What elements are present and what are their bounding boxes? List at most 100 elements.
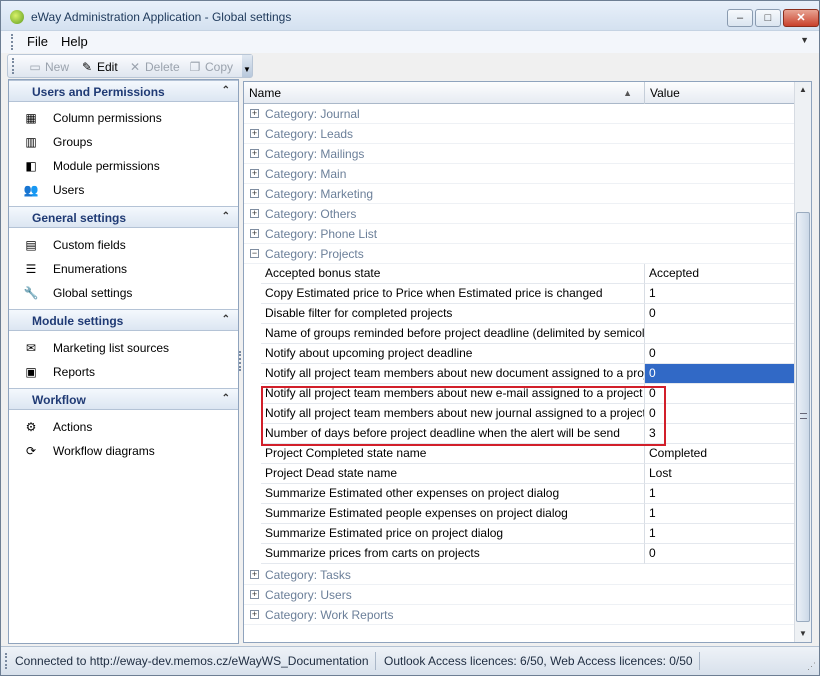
property-row[interactable]: Accepted bonus state Accepted — [244, 264, 794, 284]
group-workflow[interactable]: Workflow ⌃ — [9, 388, 238, 410]
property-row-selected[interactable]: Notify all project team members about ne… — [244, 364, 794, 384]
new-document-icon: ▭ — [29, 60, 41, 74]
collapse-chevron-icon[interactable]: ⌃ — [222, 211, 230, 222]
maximize-button[interactable]: □ — [755, 9, 781, 27]
close-button[interactable]: ✕ — [783, 9, 819, 27]
edit-pencil-icon: ✎ — [81, 60, 93, 74]
collapse-chevron-icon[interactable]: ⌃ — [222, 393, 230, 404]
property-value[interactable]: 1 — [645, 484, 794, 504]
menu-bar: File Help ▼ — [1, 31, 819, 53]
expand-plus-icon[interactable]: + — [250, 189, 259, 198]
scroll-down-icon[interactable]: ▼ — [795, 626, 811, 642]
nav-item-users[interactable]: 👥 Users — [23, 180, 85, 200]
nav-item-module-permissions[interactable]: ◧ Module permissions — [23, 156, 159, 176]
property-value[interactable]: 0 — [645, 544, 794, 564]
property-row[interactable]: Notify all project team members about ne… — [244, 404, 794, 424]
property-row[interactable]: Summarize Estimated people expenses on p… — [244, 504, 794, 524]
expand-plus-icon[interactable]: + — [250, 129, 259, 138]
group-general-settings[interactable]: General settings ⌃ — [9, 206, 238, 228]
menu-grip-icon[interactable] — [11, 34, 14, 50]
expand-plus-icon[interactable]: + — [250, 610, 259, 619]
expand-plus-icon[interactable]: + — [250, 590, 259, 599]
property-value[interactable] — [645, 324, 794, 344]
property-value[interactable]: Completed — [645, 444, 794, 464]
category-row-leads[interactable]: + Category: Leads — [244, 124, 794, 144]
category-row-mailings[interactable]: + Category: Mailings — [244, 144, 794, 164]
category-row-tasks[interactable]: + Category: Tasks — [244, 565, 794, 585]
copy-button[interactable]: ❐ Copy — [188, 58, 233, 76]
category-row-others[interactable]: + Category: Others — [244, 204, 794, 224]
delete-button-label: Delete — [145, 60, 180, 74]
nav-item-groups[interactable]: ▥ Groups — [23, 132, 92, 152]
expand-plus-icon[interactable]: + — [250, 169, 259, 178]
property-value[interactable]: 0 — [645, 384, 794, 404]
property-value[interactable]: Lost — [645, 464, 794, 484]
category-row-main[interactable]: + Category: Main — [244, 164, 794, 184]
column-header-name[interactable]: Name ▲ — [244, 82, 645, 104]
category-row-phone-list[interactable]: + Category: Phone List — [244, 224, 794, 244]
nav-item-actions[interactable]: ⚙ Actions — [23, 417, 93, 437]
collapse-chevron-icon[interactable]: ⌃ — [222, 85, 230, 96]
category-row-users[interactable]: + Category: Users — [244, 585, 794, 605]
toolbar-grip-icon[interactable] — [12, 58, 15, 74]
category-row-projects[interactable]: − Category: Projects — [244, 244, 794, 264]
expand-plus-icon[interactable]: + — [250, 229, 259, 238]
property-value[interactable]: 0 — [645, 344, 794, 364]
scroll-up-icon[interactable]: ▲ — [795, 82, 811, 98]
property-value[interactable]: Accepted — [645, 264, 794, 284]
property-value[interactable]: 0 — [645, 364, 794, 384]
collapse-chevron-icon[interactable]: ⌃ — [222, 314, 230, 325]
property-value[interactable]: 1 — [645, 524, 794, 544]
nav-item-reports[interactable]: ▣ Reports — [23, 362, 95, 382]
minimize-button[interactable]: – — [727, 9, 753, 27]
category-label: Category: Tasks — [265, 568, 351, 582]
vertical-scrollbar[interactable]: ▲ ▼ — [794, 82, 811, 642]
menu-overflow-icon[interactable]: ▼ — [800, 35, 809, 45]
group-module-settings[interactable]: Module settings ⌃ — [9, 309, 238, 331]
nav-item-enumerations[interactable]: ☰ Enumerations — [23, 259, 127, 279]
nav-item-label: Actions — [53, 420, 93, 434]
expand-plus-icon[interactable]: + — [250, 570, 259, 579]
edit-button[interactable]: ✎ Edit — [80, 58, 118, 76]
property-row[interactable]: Notify all project team members about ne… — [244, 384, 794, 404]
property-row[interactable]: Name of groups reminded before project d… — [244, 324, 794, 344]
property-value[interactable]: 1 — [645, 504, 794, 524]
expand-plus-icon[interactable]: + — [250, 149, 259, 158]
expand-plus-icon[interactable]: + — [250, 209, 259, 218]
category-row-marketing[interactable]: + Category: Marketing — [244, 184, 794, 204]
resize-grip-icon[interactable]: ⋰ — [807, 661, 816, 672]
scrollbar-thumb[interactable] — [796, 212, 810, 622]
users-icon: 👥 — [23, 183, 39, 197]
property-row[interactable]: Copy Estimated price to Price when Estim… — [244, 284, 794, 304]
column-header-value[interactable]: Value — [645, 82, 794, 104]
new-button[interactable]: ▭ New — [28, 58, 69, 76]
property-row[interactable]: Summarize Estimated other expenses on pr… — [244, 484, 794, 504]
nav-item-column-permissions[interactable]: ▦ Column permissions — [23, 108, 161, 128]
property-row[interactable]: Project Completed state name Completed — [244, 444, 794, 464]
reports-icon: ▣ — [25, 365, 37, 379]
expand-plus-icon[interactable]: + — [250, 109, 259, 118]
property-row[interactable]: Summarize Estimated price on project dia… — [244, 524, 794, 544]
category-row-journal[interactable]: + Category: Journal — [244, 104, 794, 124]
property-row[interactable]: Number of days before project deadline w… — [244, 424, 794, 444]
menu-help[interactable]: Help — [61, 34, 88, 49]
category-row-work-reports[interactable]: + Category: Work Reports — [244, 605, 794, 625]
nav-item-marketing-list-sources[interactable]: ✉ Marketing list sources — [23, 338, 169, 358]
toolbar-overflow-icon[interactable]: ▼ — [242, 55, 252, 77]
property-value[interactable]: 3 — [645, 424, 794, 444]
property-row[interactable]: Project Dead state name Lost — [244, 464, 794, 484]
nav-item-global-settings[interactable]: 🔧 Global settings — [23, 283, 133, 303]
property-value[interactable]: 0 — [645, 304, 794, 324]
delete-button[interactable]: ✕ Delete — [128, 58, 180, 76]
property-row[interactable]: Disable filter for completed projects 0 — [244, 304, 794, 324]
nav-item-workflow-diagrams[interactable]: ⟳ Workflow diagrams — [23, 441, 155, 461]
property-row[interactable]: Notify about upcoming project deadline 0 — [244, 344, 794, 364]
menu-file[interactable]: File — [27, 34, 48, 49]
property-row[interactable]: Summarize prices from carts on projects … — [244, 544, 794, 564]
nav-item-label: Users — [53, 183, 85, 197]
property-value[interactable]: 1 — [645, 284, 794, 304]
nav-item-custom-fields[interactable]: ▤ Custom fields — [23, 235, 125, 255]
collapse-minus-icon[interactable]: − — [250, 249, 259, 258]
group-users-and-permissions[interactable]: Users and Permissions ⌃ — [9, 80, 238, 102]
property-value[interactable]: 0 — [645, 404, 794, 424]
